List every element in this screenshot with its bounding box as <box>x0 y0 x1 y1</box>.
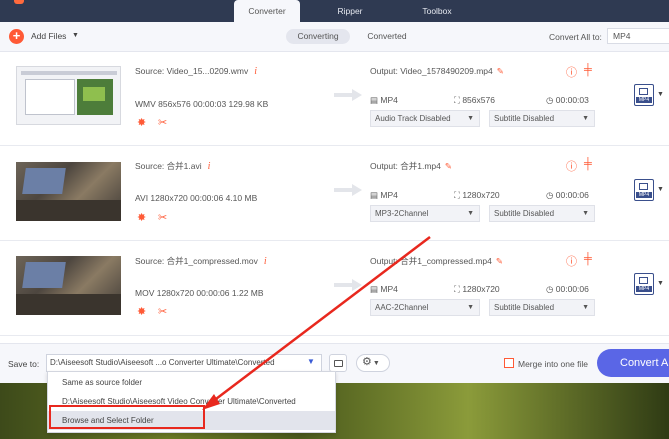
format-caret-icon[interactable]: ▼ <box>657 186 664 193</box>
source-filename-1: Source: Video_15...0209.wmv i <box>135 66 258 77</box>
segment-converted[interactable]: Converted <box>360 29 414 44</box>
output-duration-2: ◷ 00:00:06 <box>546 190 589 200</box>
annotation-highlight-box <box>49 405 205 429</box>
source-meta-1: WMV 856x576 00:00:03 129.98 KB <box>135 99 269 109</box>
save-path-caret-icon[interactable]: ▼ <box>307 357 315 366</box>
output-duration-3: ◷ 00:00:06 <box>546 284 589 294</box>
gear-icon: ⚙ <box>362 356 372 368</box>
format-caret-icon[interactable]: ▼ <box>657 91 664 98</box>
edit-icon[interactable]: ✎ <box>496 256 503 266</box>
convert-all-format-select[interactable]: MP4 <box>607 28 669 44</box>
info-icon[interactable]: i <box>208 161 211 172</box>
output-format-3: ▤ MP4 <box>370 284 398 294</box>
open-folder-button[interactable] <box>329 354 347 372</box>
source-filename-3: Source: 合并1_compressed.mov i <box>135 256 267 267</box>
audio-track-select-2[interactable]: MP3-2Channel ▼ <box>370 205 480 222</box>
compress-icon[interactable]: ╪ <box>584 64 592 76</box>
source-filename-2: Source: 合并1.avi i <box>135 161 211 172</box>
audio-track-select-3[interactable]: AAC-2Channel ▼ <box>370 299 480 316</box>
output-resolution-3: ⛶ 1280x720 <box>454 284 500 294</box>
info-icon[interactable]: i <box>254 66 257 77</box>
enhance-icon[interactable]: ✸ <box>137 305 146 318</box>
enhance-icon[interactable]: ✸ <box>137 211 146 224</box>
info-circle-icon[interactable]: ⓘ <box>566 158 577 174</box>
settings-button[interactable]: ⚙▼ <box>356 354 390 372</box>
compress-icon[interactable]: ╪ <box>584 158 592 170</box>
output-resolution-2: ⛶ 1280x720 <box>454 190 500 200</box>
segment-converting[interactable]: Converting <box>286 29 350 44</box>
convert-all-to-label: Convert All to: <box>549 32 602 42</box>
save-to-label: Save to: <box>8 359 40 369</box>
info-circle-icon[interactable]: ⓘ <box>566 64 577 80</box>
tab-toolbox[interactable]: Toolbox <box>405 0 469 22</box>
tab-ripper[interactable]: Ripper <box>320 0 380 22</box>
cut-icon[interactable]: ✂ <box>158 211 167 224</box>
add-files-caret-icon[interactable]: ▼ <box>72 32 79 39</box>
add-files-icon[interactable]: + <box>9 29 24 44</box>
arrow-right-icon <box>334 279 362 291</box>
edit-icon[interactable]: ✎ <box>445 161 452 171</box>
edit-icon[interactable]: ✎ <box>497 66 504 76</box>
output-filename-3: Output: 合并1_compressed.mp4 ✎ <box>370 256 504 266</box>
format-caret-icon[interactable]: ▼ <box>657 280 664 287</box>
subtitle-select-3[interactable]: Subtitle Disabled ▼ <box>489 299 595 316</box>
output-resolution-1: ⛶ 856x576 <box>454 95 495 105</box>
enhance-icon[interactable]: ✸ <box>137 116 146 129</box>
dropdown-item-same-as-source[interactable]: Same as source folder <box>48 373 335 392</box>
video-thumbnail-1[interactable] <box>16 66 121 125</box>
output-format-badge-1[interactable]: MP4 <box>634 84 654 106</box>
add-files-button[interactable]: Add Files <box>31 31 66 41</box>
audio-track-select-1[interactable]: Audio Track Disabled ▼ <box>370 110 480 127</box>
subtitle-select-2[interactable]: Subtitle Disabled ▼ <box>489 205 595 222</box>
arrow-right-icon <box>334 184 362 196</box>
source-meta-3: MOV 1280x720 00:00:06 1.22 MB <box>135 288 264 298</box>
compress-icon[interactable]: ╪ <box>584 253 592 265</box>
convert-all-button[interactable]: Convert All <box>597 349 669 377</box>
output-format-badge-2[interactable]: MP4 <box>634 179 654 201</box>
info-icon[interactable]: i <box>264 256 267 267</box>
output-format-badge-3[interactable]: MP4 <box>634 273 654 295</box>
info-circle-icon[interactable]: ⓘ <box>566 253 577 269</box>
output-filename-2: Output: 合并1.mp4 ✎ <box>370 161 452 171</box>
video-thumbnail-2[interactable] <box>16 162 121 221</box>
output-duration-1: ◷ 00:00:03 <box>546 95 589 105</box>
video-thumbnail-3[interactable] <box>16 256 121 315</box>
output-filename-1: Output: Video_1578490209.mp4 ✎ <box>370 66 504 76</box>
cut-icon[interactable]: ✂ <box>158 116 167 129</box>
merge-label: Merge into one file <box>518 359 588 369</box>
merge-checkbox[interactable] <box>504 358 514 368</box>
cut-icon[interactable]: ✂ <box>158 305 167 318</box>
source-meta-2: AVI 1280x720 00:00:06 4.10 MB <box>135 193 258 203</box>
output-format-1: ▤ MP4 <box>370 95 398 105</box>
save-path-select[interactable]: D:\Aiseesoft Studio\Aiseesoft ...o Conve… <box>46 354 322 372</box>
app-logo <box>14 0 24 4</box>
folder-icon <box>334 360 343 367</box>
arrow-right-icon <box>334 89 362 101</box>
tab-converter[interactable]: Converter <box>234 0 300 22</box>
output-format-2: ▤ MP4 <box>370 190 398 200</box>
subtitle-select-1[interactable]: Subtitle Disabled ▼ <box>489 110 595 127</box>
